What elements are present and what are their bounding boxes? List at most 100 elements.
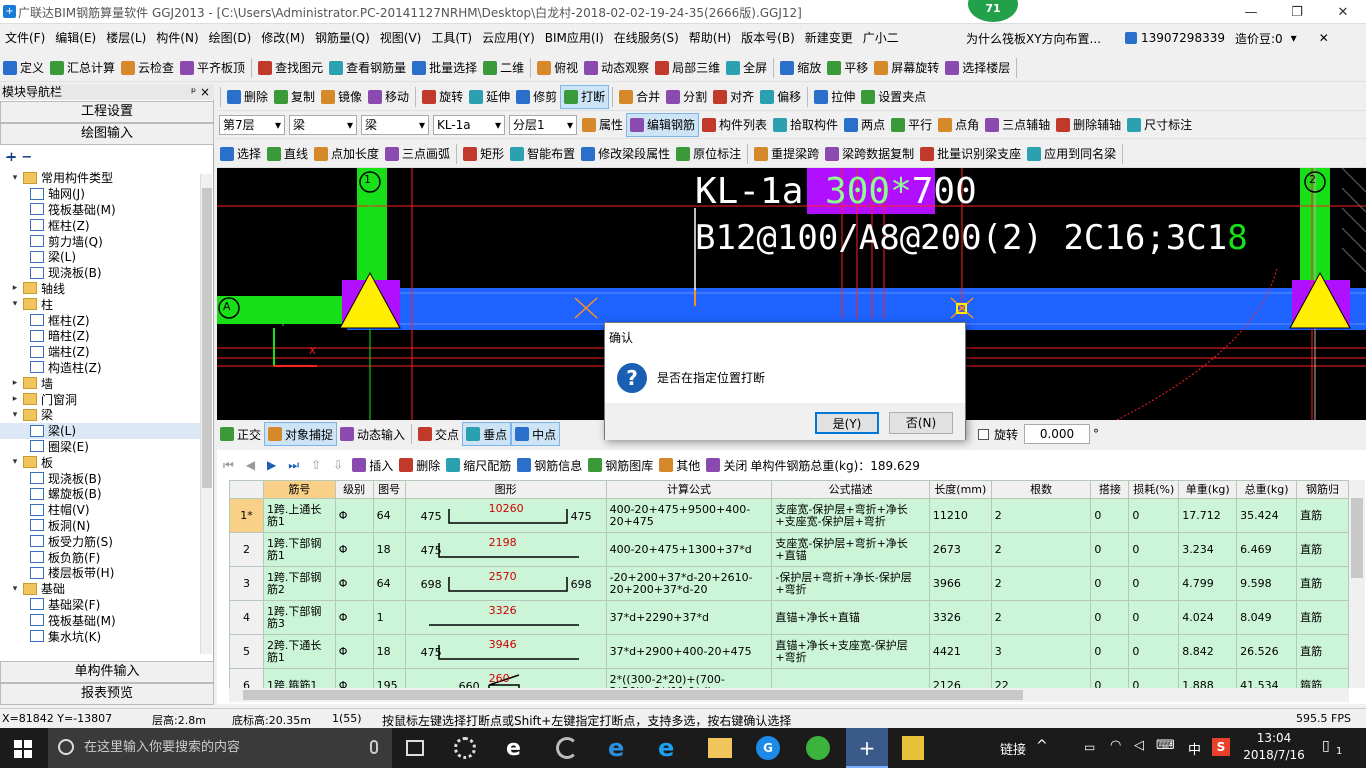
close-button[interactable]: ✕ [1320, 0, 1366, 24]
figure-number[interactable]: 18 [372, 634, 406, 669]
tree-node[interactable]: 梁(L) [0, 422, 200, 439]
rebar-grade[interactable]: Φ [334, 668, 374, 690]
figure-number[interactable]: 64 [372, 566, 406, 601]
menu-item-0[interactable]: 文件(F) [0, 25, 50, 51]
grid-tool-2[interactable]: 缩尺配筋 [443, 454, 514, 476]
lap[interactable]: 0 [1090, 634, 1130, 669]
tree-node[interactable]: ▸ 轴线 [0, 281, 200, 297]
rebar-grade[interactable]: Φ [334, 566, 374, 601]
tree-expand-icon[interactable]: ▾ [10, 299, 20, 309]
grid-tool-6[interactable]: 关闭 [703, 454, 750, 476]
tree-expand-icon[interactable]: ▸ [10, 378, 20, 388]
tree-node[interactable]: ▸ 门窗洞 [0, 391, 200, 407]
toolbar1-button-9[interactable]: 动态观察 [581, 56, 652, 80]
taskbar-app-g-icon[interactable]: G [756, 736, 780, 760]
unit-weight[interactable]: 17.712 [1178, 498, 1238, 533]
snap-button-3[interactable]: 交点 [415, 422, 462, 446]
tree-node[interactable]: 端柱(Z) [0, 344, 200, 360]
table-row[interactable]: 2 1跨.下部钢筋1 Φ 18 2198 475 400-20+475+1300+37*d 支… [229, 532, 1349, 567]
loss-percent[interactable]: 0 [1128, 498, 1180, 533]
rebar-class[interactable]: 直筋 [1296, 634, 1349, 669]
menu-item-8[interactable]: 工具(T) [426, 25, 477, 51]
count[interactable]: 2 [990, 566, 1092, 601]
length[interactable]: 3326 [928, 600, 992, 635]
notification-center-icon[interactable]: ▯ [1322, 738, 1330, 754]
total-weight[interactable]: 6.469 [1236, 532, 1298, 567]
count[interactable]: 2 [990, 600, 1092, 635]
grid-hscrollbar[interactable] [229, 688, 1349, 702]
formula-description[interactable]: 支座宽-保护层+弯折+净长+支座宽-保护层+弯折 [771, 498, 930, 533]
tree-node[interactable]: 暗柱(Z) [0, 328, 200, 344]
toolbar2-button-8[interactable]: 合并 [616, 85, 663, 109]
taskbar-link-label[interactable]: 链接 [1000, 739, 1026, 758]
snap-button-5[interactable]: 中点 [511, 422, 561, 446]
tree-node[interactable]: ▾ 基础 [0, 581, 200, 597]
toolbar3-button-9[interactable]: 尺寸标注 [1124, 113, 1195, 137]
question-link[interactable]: 为什么筏板XY方向布置... [966, 30, 1101, 47]
rebar-class[interactable]: 直筋 [1296, 566, 1349, 601]
menu-item-7[interactable]: 视图(V) [375, 25, 427, 51]
toolbar2-button-0[interactable]: 删除 [224, 85, 271, 109]
count[interactable]: 2 [990, 532, 1092, 567]
figure-number[interactable]: 1 [372, 600, 406, 635]
report-preview-button[interactable]: 报表预览 [0, 683, 214, 705]
windows-start-icon[interactable] [14, 740, 32, 758]
toolbar4-button-11[interactable]: 应用到同名梁 [1024, 142, 1119, 166]
toolbar4-button-8[interactable]: 重提梁跨 [751, 142, 822, 166]
total-weight[interactable]: 35.424 [1236, 498, 1298, 533]
clock[interactable]: 13:04 2018/7/16 [1242, 730, 1306, 764]
rebar-grade[interactable]: Φ [334, 600, 374, 635]
tree-node[interactable]: 螺旋板(B) [0, 486, 200, 502]
rebar-name[interactable]: 1跨.上通长筋1 [262, 498, 336, 533]
grid-tool-1[interactable]: 删除 [396, 454, 443, 476]
toolbar4-button-1[interactable]: 直线 [264, 142, 311, 166]
tree-expand-icon[interactable]: ▾ [10, 457, 20, 467]
maximize-button[interactable]: ❐ [1274, 0, 1320, 24]
toolbar3-button-8[interactable]: 删除辅轴 [1053, 113, 1124, 137]
taskbar-app-swirl-icon[interactable] [556, 737, 578, 759]
tree-node[interactable]: ▾ 梁 [0, 407, 200, 423]
unit-weight[interactable]: 3.234 [1178, 532, 1238, 567]
taskbar-app-ie-icon[interactable]: e [658, 734, 674, 762]
unit-weight[interactable]: 8.842 [1178, 634, 1238, 669]
grid-vscrollbar[interactable] [1349, 480, 1365, 688]
calc-formula[interactable]: 2*((300-2*20)+(700-2*20))+2*(11.9*d) [605, 668, 773, 690]
rebar-class[interactable]: 直筋 [1296, 532, 1349, 567]
taskbar-search-box[interactable]: 在这里输入你要搜索的内容 [48, 728, 392, 768]
tree-expand-icon[interactable]: ▾ [10, 173, 20, 183]
toolbar2-button-5[interactable]: 延伸 [466, 85, 513, 109]
toolbar1-button-10[interactable]: 局部三维 [652, 56, 723, 80]
move-down-icon[interactable]: ⇩ [333, 458, 343, 472]
toolbar2-button-12[interactable]: 拉伸 [811, 85, 858, 109]
menu-item-5[interactable]: 修改(M) [256, 25, 310, 51]
toolbar1-button-11[interactable]: 全屏 [723, 56, 770, 80]
length[interactable]: 11210 [928, 498, 992, 533]
taskbar-app-green-icon[interactable] [806, 736, 830, 760]
rotate-checkbox[interactable] [978, 428, 989, 440]
table-row[interactable]: 3 1跨.下部钢筋2 Φ 64 2570 698 698 -20+200+37*d-20+26… [229, 566, 1349, 601]
toolbar2-button-10[interactable]: 对齐 [710, 85, 757, 109]
tree-node[interactable]: 框柱(Z) [0, 217, 200, 233]
tree-node[interactable]: ▸ 墙 [0, 375, 200, 391]
figure-number[interactable]: 195 [372, 668, 406, 690]
sogou-icon[interactable]: S [1212, 738, 1230, 756]
yes-button[interactable]: 是(Y) [815, 412, 879, 434]
toolbar1-button-15[interactable]: 选择楼层 [942, 56, 1013, 80]
toolbar4-button-2[interactable]: 点加长度 [311, 142, 382, 166]
tree-node[interactable]: 板受力筋(S) [0, 533, 200, 549]
menu-item-10[interactable]: BIM应用(I) [540, 25, 609, 51]
rotate-input[interactable]: 0.000 [1024, 424, 1091, 444]
rebar-grade[interactable]: Φ [334, 634, 374, 669]
grid-tool-3[interactable]: 钢筋信息 [514, 454, 585, 476]
tree-node[interactable]: 构造柱(Z) [0, 360, 200, 376]
calc-formula[interactable]: 400-20+475+1300+37*d [605, 532, 773, 567]
taskbar-app-edge-icon[interactable]: e [506, 736, 521, 761]
toolbar3-button-0[interactable]: 属性 [579, 113, 626, 137]
rebar-name[interactable]: 1跨.下部钢筋3 [262, 600, 336, 635]
project-settings-button[interactable]: 工程设置 [0, 101, 214, 123]
toolbar1-button-13[interactable]: 平移 [824, 56, 871, 80]
toolbar1-button-8[interactable]: 俯视 [534, 56, 581, 80]
member-select[interactable]: KL-1a ▾ [433, 114, 505, 135]
table-row[interactable]: 4 1跨.下部钢筋3 Φ 1 3326 37*d+2290+37*d 直锚+净长+直锚 332… [229, 600, 1349, 635]
toolbar3-button-6[interactable]: 点角 [935, 113, 982, 137]
